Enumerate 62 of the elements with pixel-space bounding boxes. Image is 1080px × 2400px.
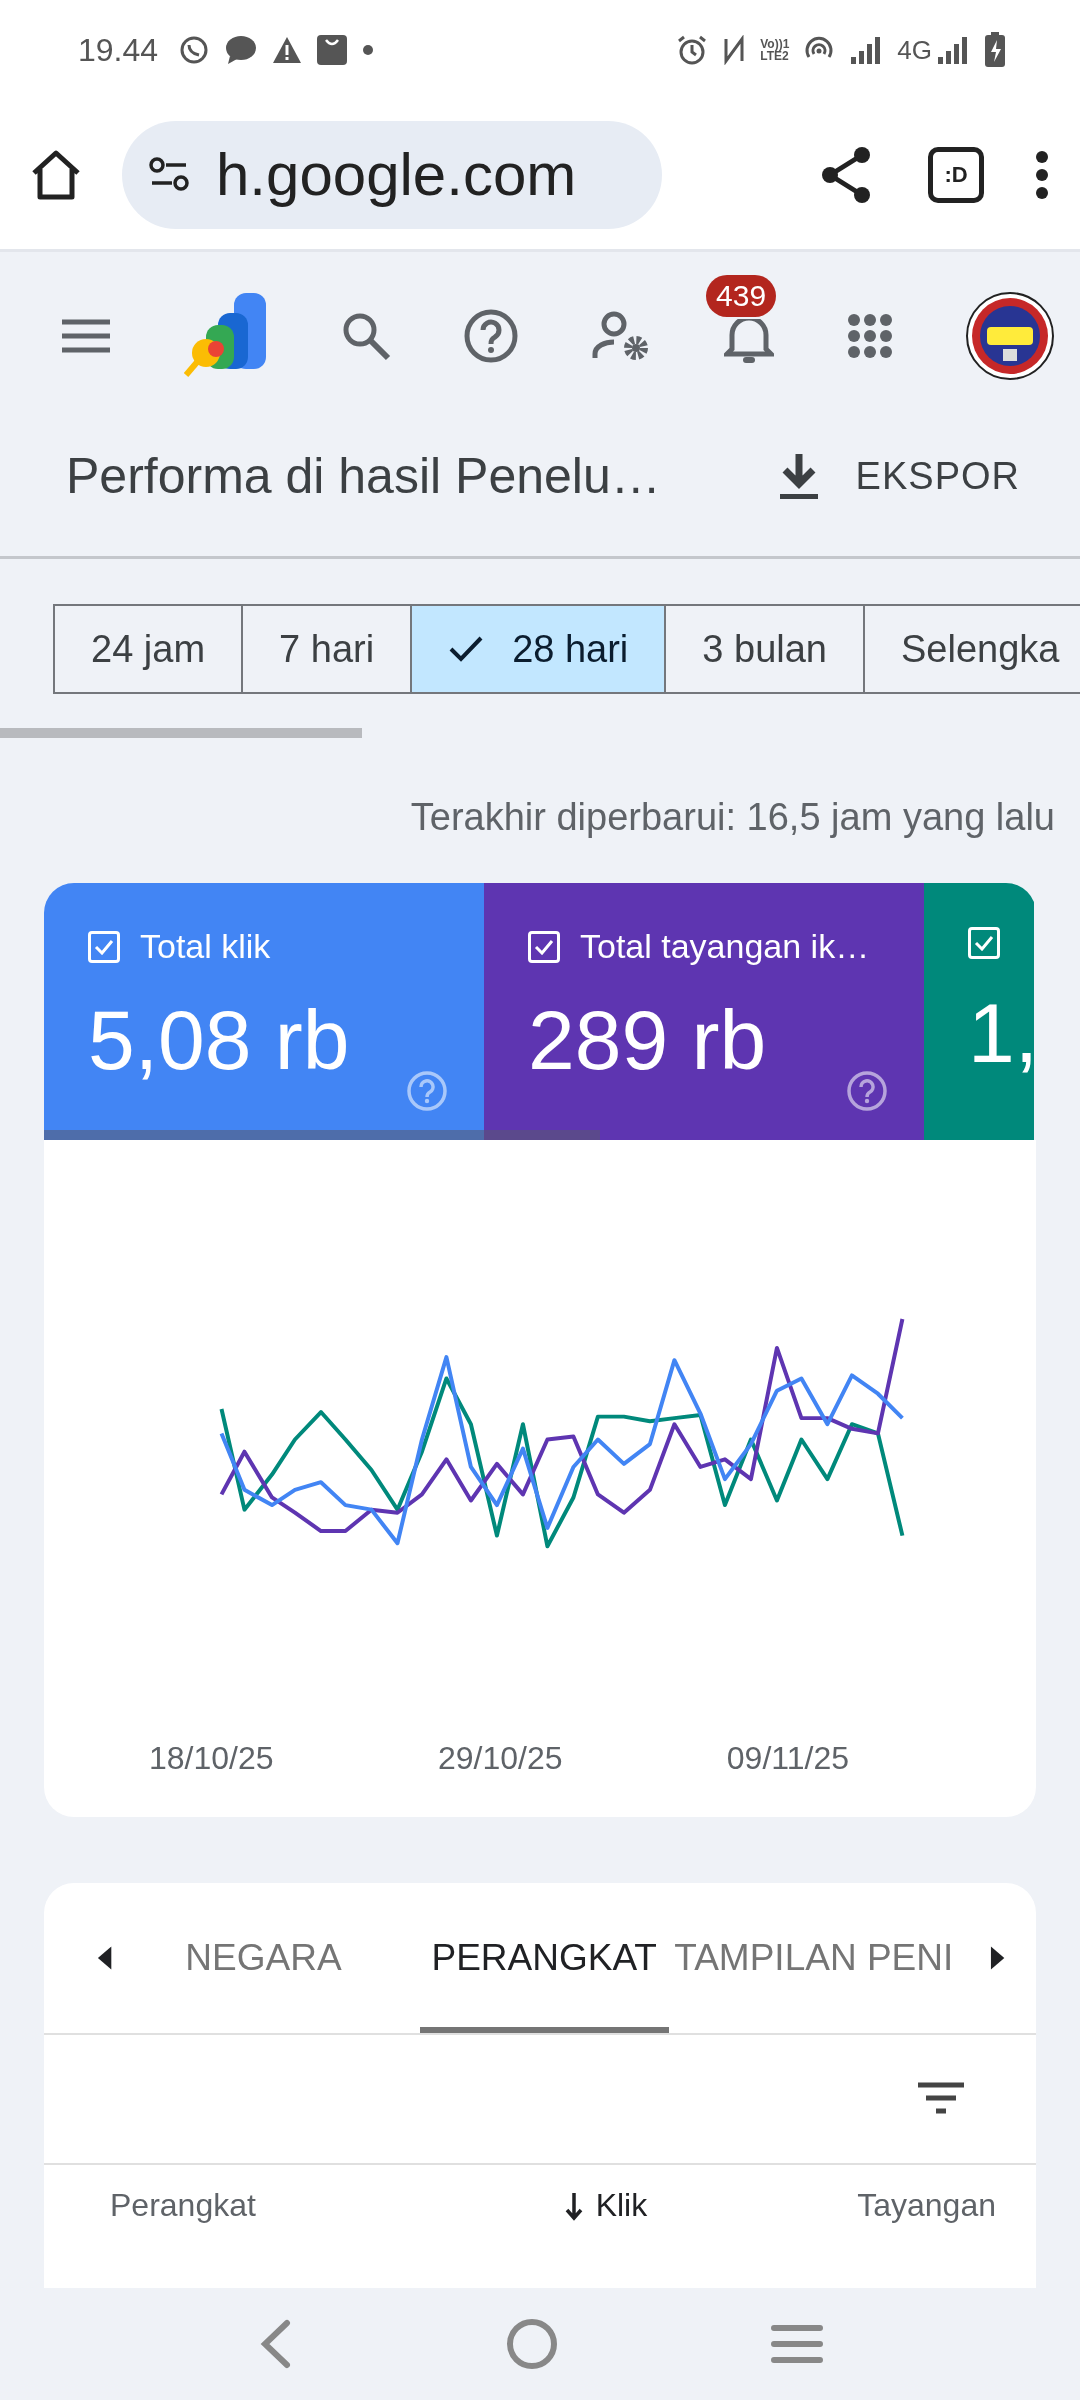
- dot-icon: [362, 44, 375, 56]
- check-icon: [974, 935, 994, 951]
- home-circle-icon[interactable]: [506, 2318, 558, 2370]
- metric-value: 1,: [968, 985, 1034, 1082]
- url-text: h.google.com: [216, 140, 577, 209]
- date-range-chip[interactable]: Selengka: [863, 604, 1080, 694]
- help-icon[interactable]: [463, 308, 520, 364]
- download-icon: [777, 452, 820, 500]
- avatar-icon[interactable]: [964, 291, 1055, 381]
- network-type: 4G: [897, 34, 932, 66]
- metric-label: Total klik: [140, 927, 271, 966]
- dimension-tab[interactable]: PERANGKAT: [419, 1883, 669, 2033]
- column-header[interactable]: Klik: [595, 2187, 648, 2224]
- date-range-chip[interactable]: 28 hari: [410, 604, 667, 694]
- nfc-icon: [722, 35, 747, 65]
- date-range-chip[interactable]: 24 jam: [53, 604, 244, 694]
- metric-label: Total tayangan ik…: [580, 927, 870, 966]
- date-range-chip[interactable]: 3 bulan: [664, 604, 865, 694]
- scroll-right-icon[interactable]: [988, 1944, 1006, 1972]
- bell-icon[interactable]: [724, 319, 775, 365]
- warning-icon: [272, 36, 303, 64]
- metric-value: 5,08 rb: [88, 992, 351, 1089]
- dimension-tab[interactable]: NEGARA: [153, 1883, 374, 2033]
- volte-label: Vo))1: [760, 38, 790, 50]
- more-options-icon[interactable]: [1034, 149, 1050, 200]
- dimension-tab[interactable]: TAMPILAN PENI: [668, 1883, 959, 2033]
- menu-icon[interactable]: [60, 318, 112, 354]
- lte-label: LTE2: [760, 50, 790, 62]
- column-header[interactable]: Perangkat: [110, 2187, 564, 2224]
- clock-time: 19.44: [78, 31, 159, 69]
- scroll-left-icon[interactable]: [96, 1944, 114, 1972]
- last-updated-text: Terakhir diperbarui: 16,5 jam yang lalu: [410, 796, 1055, 839]
- check-icon: [534, 938, 554, 955]
- tab-switcher-button[interactable]: :D: [928, 146, 984, 203]
- check-icon: [448, 635, 485, 663]
- metric-card[interactable]: Total klik 5,08 rb: [44, 883, 484, 1140]
- date-label: 29/10/25: [437, 1740, 563, 1777]
- metric-card[interactable]: Total tayangan ik… 289 rb: [484, 883, 924, 1140]
- check-icon: [94, 938, 114, 955]
- date-label: 18/10/25: [149, 1740, 274, 1777]
- recent-apps-icon[interactable]: [771, 2323, 824, 2365]
- message-icon: [224, 34, 259, 66]
- date-label: 09/11/25: [726, 1740, 849, 1777]
- home-icon[interactable]: [30, 148, 82, 201]
- help-icon[interactable]: [846, 1070, 888, 1112]
- apps-grid-icon[interactable]: [846, 313, 893, 359]
- shopping-bag-icon: [316, 34, 349, 66]
- signal-icon: [936, 35, 970, 65]
- filter-icon[interactable]: [916, 2082, 966, 2116]
- export-button[interactable]: EKSPOR: [777, 452, 1020, 500]
- address-bar[interactable]: h.google.com: [122, 120, 662, 229]
- checkbox[interactable]: [88, 930, 120, 963]
- battery-icon: [984, 32, 1006, 68]
- sort-arrow-icon[interactable]: [563, 2190, 584, 2221]
- metric-value: 289 rb: [528, 992, 768, 1089]
- alarm-icon: [676, 34, 709, 66]
- metric-card[interactable]: 1,: [924, 883, 1034, 1140]
- checkbox[interactable]: [528, 930, 560, 963]
- page-title: Performa di hasil Penelu…: [66, 447, 662, 505]
- column-header[interactable]: Tayangan: [857, 2187, 996, 2224]
- notification-badge: 439: [706, 275, 777, 317]
- checkbox[interactable]: [968, 927, 1000, 959]
